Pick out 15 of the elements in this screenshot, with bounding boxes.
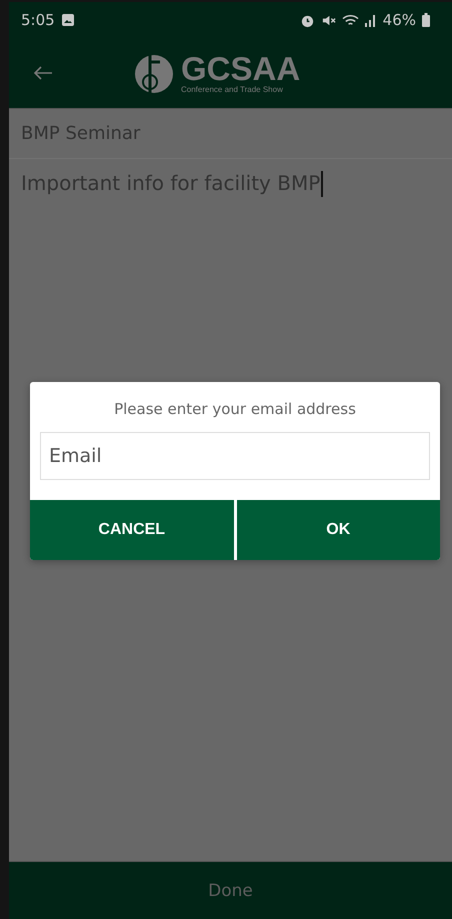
email-field[interactable]: Email (40, 432, 430, 480)
wifi-icon (342, 12, 359, 28)
logo-icon (133, 52, 175, 94)
dialog-button[interactable]: OK (236, 500, 440, 560)
back-arrow-icon[interactable] (33, 65, 53, 81)
logo-subtitle: Conference and Trade Show (181, 85, 284, 94)
battery-icon (422, 13, 430, 27)
dialog-message: Please enter your email address (113, 399, 357, 420)
status-time: 5:05 (21, 11, 55, 29)
signal-icon (364, 13, 377, 27)
logo-title: GCSAA (181, 52, 300, 85)
battery-percent: 46% (382, 11, 416, 29)
dialog-button[interactable]: CANCEL (30, 500, 234, 560)
image-icon (60, 13, 75, 27)
text-cursor (321, 171, 324, 197)
